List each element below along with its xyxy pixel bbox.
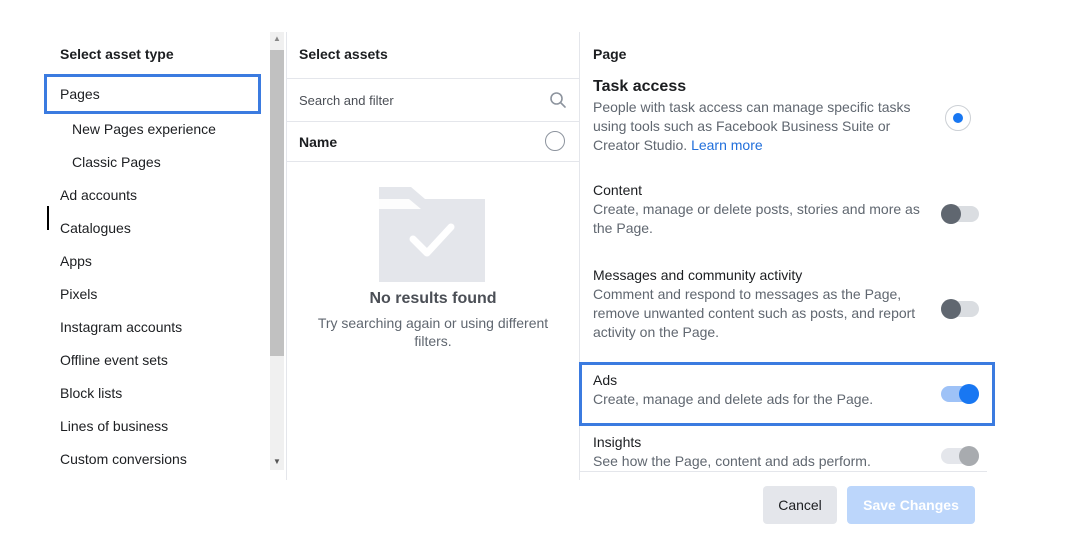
text-cursor-marker (47, 206, 49, 230)
search-icon (550, 92, 566, 108)
content-toggle[interactable] (941, 204, 979, 224)
empty-state-subtitle: Try searching again or using different f… (317, 315, 549, 349)
scroll-up-arrow-icon[interactable]: ▲ (270, 32, 284, 46)
task-access-section: Task access People with task access can … (593, 78, 973, 155)
asset-type-ad-accounts[interactable]: Ad accounts (44, 179, 270, 212)
messages-section: Messages and community activity Comment … (593, 267, 973, 342)
permissions-bottom-divider (579, 471, 987, 472)
name-column-header: Name (287, 121, 579, 162)
empty-folder-icon (379, 187, 485, 282)
insights-heading: Insights (593, 434, 642, 450)
messages-description: Comment and respond to messages as the P… (593, 286, 916, 340)
insights-toggle-knob (959, 446, 979, 466)
save-changes-button[interactable]: Save Changes (847, 486, 975, 524)
empty-state-title: No results found (369, 290, 497, 307)
search-placeholder: Search and filter (299, 93, 394, 108)
task-access-description: People with task access can manage speci… (593, 98, 933, 155)
name-header-label: Name (299, 134, 338, 150)
insights-description: See how the Page, content and ads perfor… (593, 453, 871, 469)
messages-heading: Messages and community activity (593, 267, 803, 283)
search-input[interactable]: Search and filter (287, 78, 579, 122)
asset-type-pixels[interactable]: Pixels (44, 278, 270, 311)
content-description: Create, manage or delete posts, stories … (593, 201, 920, 236)
asset-type-panel: Select asset type Pages New Pages experi… (0, 0, 286, 480)
asset-type-pages[interactable]: Pages (44, 74, 261, 114)
left-scrollbar-thumb[interactable] (270, 50, 284, 356)
asset-type-lines-of-business[interactable]: Lines of business (44, 410, 270, 443)
select-assets-panel: Select assets Search and filter Name No … (286, 32, 580, 480)
asset-type-list: Pages New Pages experience Classic Pages… (44, 74, 270, 476)
messages-toggle[interactable] (941, 299, 979, 319)
scroll-down-arrow-icon[interactable]: ▼ (270, 455, 284, 469)
content-toggle-knob (941, 204, 961, 224)
asset-type-title: Select asset type (60, 46, 174, 62)
asset-type-custom-conversions[interactable]: Custom conversions (44, 443, 270, 476)
asset-type-new-pages-experience[interactable]: New Pages experience (44, 113, 270, 146)
task-access-radio[interactable] (945, 105, 971, 131)
task-access-heading: Task access (593, 78, 687, 95)
learn-more-link[interactable]: Learn more (691, 137, 763, 153)
permissions-title: Page (593, 46, 627, 62)
asset-type-classic-pages[interactable]: Classic Pages (44, 146, 270, 179)
cancel-button[interactable]: Cancel (763, 486, 837, 524)
select-assets-title: Select assets (299, 46, 388, 62)
asset-type-catalogues[interactable]: Catalogues (44, 212, 270, 245)
asset-type-apps[interactable]: Apps (44, 245, 270, 278)
content-heading: Content (593, 182, 643, 198)
content-section: Content Create, manage or delete posts, … (593, 182, 973, 238)
insights-section: Insights See how the Page, content and a… (593, 434, 973, 471)
asset-type-offline-event-sets[interactable]: Offline event sets (44, 344, 270, 377)
insights-toggle[interactable] (941, 446, 979, 466)
asset-type-block-lists[interactable]: Block lists (44, 377, 270, 410)
asset-type-instagram-accounts[interactable]: Instagram accounts (44, 311, 270, 344)
messages-toggle-knob (941, 299, 961, 319)
ads-highlight-box (579, 362, 995, 426)
select-all-radio[interactable] (545, 131, 565, 151)
